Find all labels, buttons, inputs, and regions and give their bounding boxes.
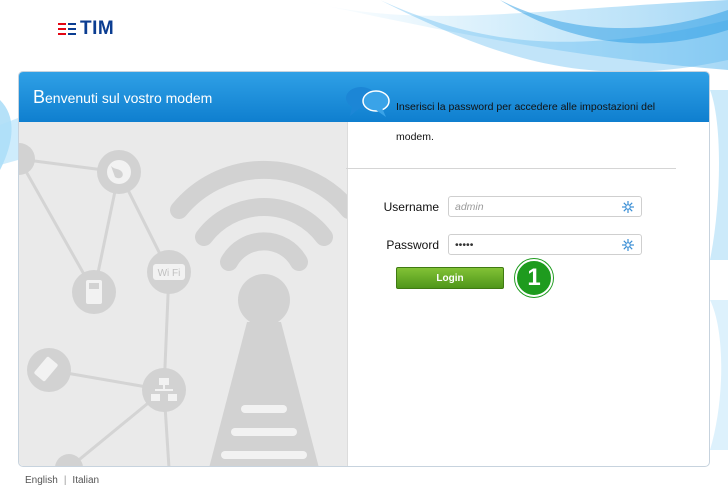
wifi-badge-label: Wi Fi [158, 268, 181, 279]
wifi-badge-icon: Wi Fi [147, 250, 191, 294]
username-field[interactable] [448, 196, 642, 217]
wifi-antenna-icon [170, 160, 347, 271]
network-hub-icon [142, 368, 186, 412]
language-separator: | [63, 475, 67, 486]
password-label: Password [386, 238, 439, 252]
globe-icon [97, 150, 141, 194]
keyboard-icon[interactable] [621, 238, 635, 252]
separator [346, 168, 676, 169]
network-node-icon [19, 143, 35, 175]
brand-name: TIM [80, 18, 115, 39]
usb-icon [27, 348, 71, 392]
language-switcher: English | Italian [25, 475, 99, 486]
tim-logo: TIM [58, 18, 114, 40]
network-illustration: Wi Fi [19, 122, 347, 466]
username-label: Username [383, 200, 439, 214]
password-input[interactable] [455, 236, 615, 253]
password-field[interactable] [448, 234, 642, 255]
chat-bubbles-icon [346, 87, 390, 117]
language-italian[interactable]: Italian [72, 475, 99, 486]
username-input[interactable] [455, 198, 615, 215]
info-text: Inserisci la password per accedere alle … [396, 101, 656, 143]
login-button[interactable]: Login [396, 267, 504, 289]
network-illustration-graphic: Wi Fi [19, 143, 347, 466]
language-english[interactable]: English [25, 475, 58, 486]
phone-icon [72, 270, 116, 314]
keyboard-icon[interactable] [621, 200, 635, 214]
page-title: Benvenuti sul vostro modem [33, 86, 213, 107]
tim-logo-icon [58, 23, 76, 35]
step-marker: 1 [515, 259, 553, 297]
panel-divider [347, 122, 348, 466]
